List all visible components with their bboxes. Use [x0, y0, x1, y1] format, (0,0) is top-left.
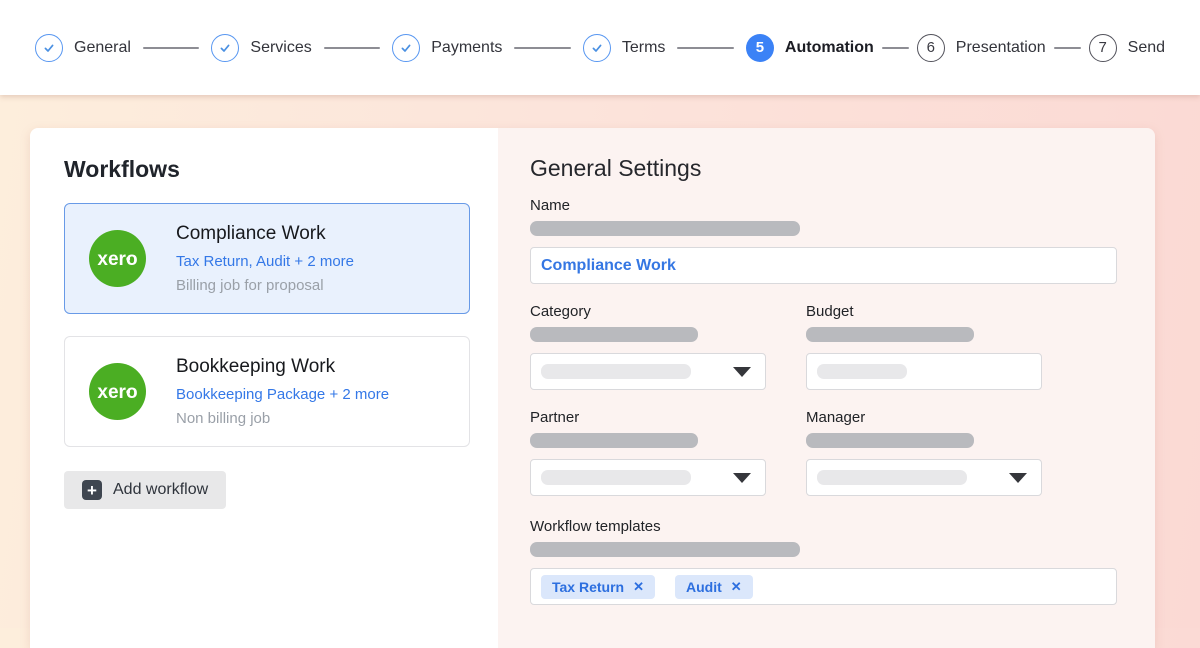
- skeleton-bar: [541, 364, 691, 379]
- xero-logo-text: xero: [97, 382, 137, 403]
- wizard-stepper: General Services Payments Terms 5 Automa…: [35, 33, 1166, 62]
- manager-select[interactable]: [806, 459, 1042, 496]
- skeleton-bar: [530, 221, 800, 236]
- workflow-templates-label: Workflow templates: [530, 518, 661, 535]
- partner-field-group: Partner: [530, 409, 766, 496]
- step-general[interactable]: General: [35, 33, 131, 62]
- workflow-card-compliance[interactable]: xero Compliance Work Tax Return, Audit +…: [64, 203, 470, 314]
- workflow-card-text: Compliance Work Tax Return, Audit + 2 mo…: [176, 223, 354, 294]
- workflow-templates-input[interactable]: Tax Return ✕ Audit ✕: [530, 568, 1117, 605]
- skeleton-bar: [806, 327, 974, 342]
- dropdown-arrow-icon: [733, 472, 751, 483]
- check-circle-icon: [582, 33, 611, 62]
- step-number: 6: [926, 39, 935, 56]
- partner-manager-row: Partner Manager: [530, 409, 1117, 496]
- wizard-header: General Services Payments Terms 5 Automa…: [0, 0, 1200, 95]
- check-circle-icon: [392, 33, 421, 62]
- workflows-title: Workflows: [64, 156, 180, 182]
- step-services[interactable]: Services: [211, 33, 312, 62]
- dropdown-arrow-icon: [733, 366, 751, 377]
- name-input-value: Compliance Work: [541, 256, 676, 274]
- chip-label: Tax Return: [552, 578, 625, 595]
- plus-icon: +: [82, 480, 102, 500]
- check-icon: [44, 44, 54, 52]
- workflow-card-bookkeeping[interactable]: xero Bookkeeping Work Bookkeeping Packag…: [64, 336, 470, 447]
- step-connector: [142, 46, 200, 49]
- step-number: 7: [1098, 39, 1107, 56]
- template-chip-tax-return[interactable]: Tax Return ✕: [541, 574, 655, 599]
- step-connector: [677, 46, 734, 49]
- partner-select[interactable]: [530, 459, 766, 496]
- step-connector: [881, 46, 909, 49]
- automation-card: Workflows xero Compliance Work Tax Retur…: [30, 128, 1155, 648]
- step-connector: [323, 46, 381, 49]
- step-label: Payments: [431, 38, 503, 56]
- step-terms[interactable]: Terms: [582, 33, 666, 62]
- step-number-badge: 6: [916, 33, 945, 62]
- budget-input[interactable]: [806, 353, 1042, 390]
- workflow-description: Billing job for proposal: [176, 277, 324, 294]
- skeleton-bar: [817, 470, 967, 485]
- category-label: Category: [530, 303, 591, 320]
- category-budget-row: Category Budget: [530, 303, 1117, 390]
- step-label: Send: [1127, 38, 1166, 56]
- workflow-description: Non billing job: [176, 410, 271, 427]
- general-settings-panel: General Settings Name Compliance Work Ca…: [498, 128, 1155, 648]
- add-workflow-label: Add workflow: [113, 481, 209, 498]
- workflow-templates-field-group: Workflow templates Tax Return ✕ Audit ✕: [530, 518, 1117, 605]
- workflows-panel: Workflows xero Compliance Work Tax Retur…: [30, 128, 498, 648]
- check-icon: [401, 44, 411, 52]
- workflow-subtitle: Bookkeeping Package + 2 more: [176, 386, 390, 403]
- workflow-card-text: Bookkeeping Work Bookkeeping Package + 2…: [176, 356, 389, 427]
- step-number: 5: [755, 39, 765, 56]
- skeleton-bar: [541, 470, 691, 485]
- step-number-badge: 7: [1088, 33, 1117, 62]
- check-circle-icon: [211, 33, 240, 62]
- manager-label: Manager: [806, 409, 866, 426]
- budget-field-group: Budget: [806, 303, 1042, 390]
- chip-remove-icon[interactable]: ✕: [731, 579, 742, 595]
- xero-logo-text: xero: [97, 249, 137, 270]
- step-label: Terms: [621, 38, 666, 56]
- general-settings-title: General Settings: [530, 155, 702, 181]
- step-number-badge: 5: [745, 33, 774, 62]
- category-field-group: Category: [530, 303, 766, 390]
- xero-logo-icon: xero: [89, 230, 146, 287]
- step-label: Presentation: [955, 38, 1046, 56]
- name-field-group: Name Compliance Work: [530, 197, 1117, 284]
- manager-field-group: Manager: [806, 409, 1042, 496]
- step-presentation[interactable]: 6 Presentation: [916, 33, 1046, 62]
- chip-remove-icon[interactable]: ✕: [633, 579, 644, 595]
- chip-label: Audit: [686, 578, 722, 595]
- check-icon: [220, 44, 230, 52]
- step-automation[interactable]: 5 Automation: [745, 33, 874, 62]
- budget-label: Budget: [806, 303, 854, 320]
- skeleton-bar: [806, 433, 974, 448]
- skeleton-bar: [530, 327, 698, 342]
- workflow-title: Bookkeeping Work: [176, 356, 336, 377]
- skeleton-bar: [530, 433, 698, 448]
- step-payments[interactable]: Payments: [392, 33, 503, 62]
- step-label: General: [74, 38, 131, 56]
- check-icon: [592, 44, 602, 52]
- skeleton-bar: [530, 542, 800, 557]
- name-label: Name: [530, 197, 571, 214]
- workflow-title: Compliance Work: [176, 223, 326, 244]
- skeleton-bar: [817, 364, 907, 379]
- add-workflow-button[interactable]: + Add workflow: [64, 471, 227, 509]
- xero-logo-icon: xero: [89, 363, 146, 420]
- category-select[interactable]: [530, 353, 766, 390]
- step-label: Services: [250, 38, 312, 56]
- step-connector: [1053, 46, 1081, 49]
- step-connector: [514, 46, 571, 49]
- workflow-subtitle: Tax Return, Audit + 2 more: [176, 253, 355, 270]
- partner-label: Partner: [530, 409, 580, 426]
- name-input[interactable]: Compliance Work: [530, 247, 1117, 284]
- step-send[interactable]: 7 Send: [1088, 33, 1166, 62]
- template-chip-audit[interactable]: Audit ✕: [675, 574, 753, 599]
- check-circle-icon: [35, 33, 63, 62]
- dropdown-arrow-icon: [1009, 472, 1027, 483]
- step-label: Automation: [784, 38, 874, 56]
